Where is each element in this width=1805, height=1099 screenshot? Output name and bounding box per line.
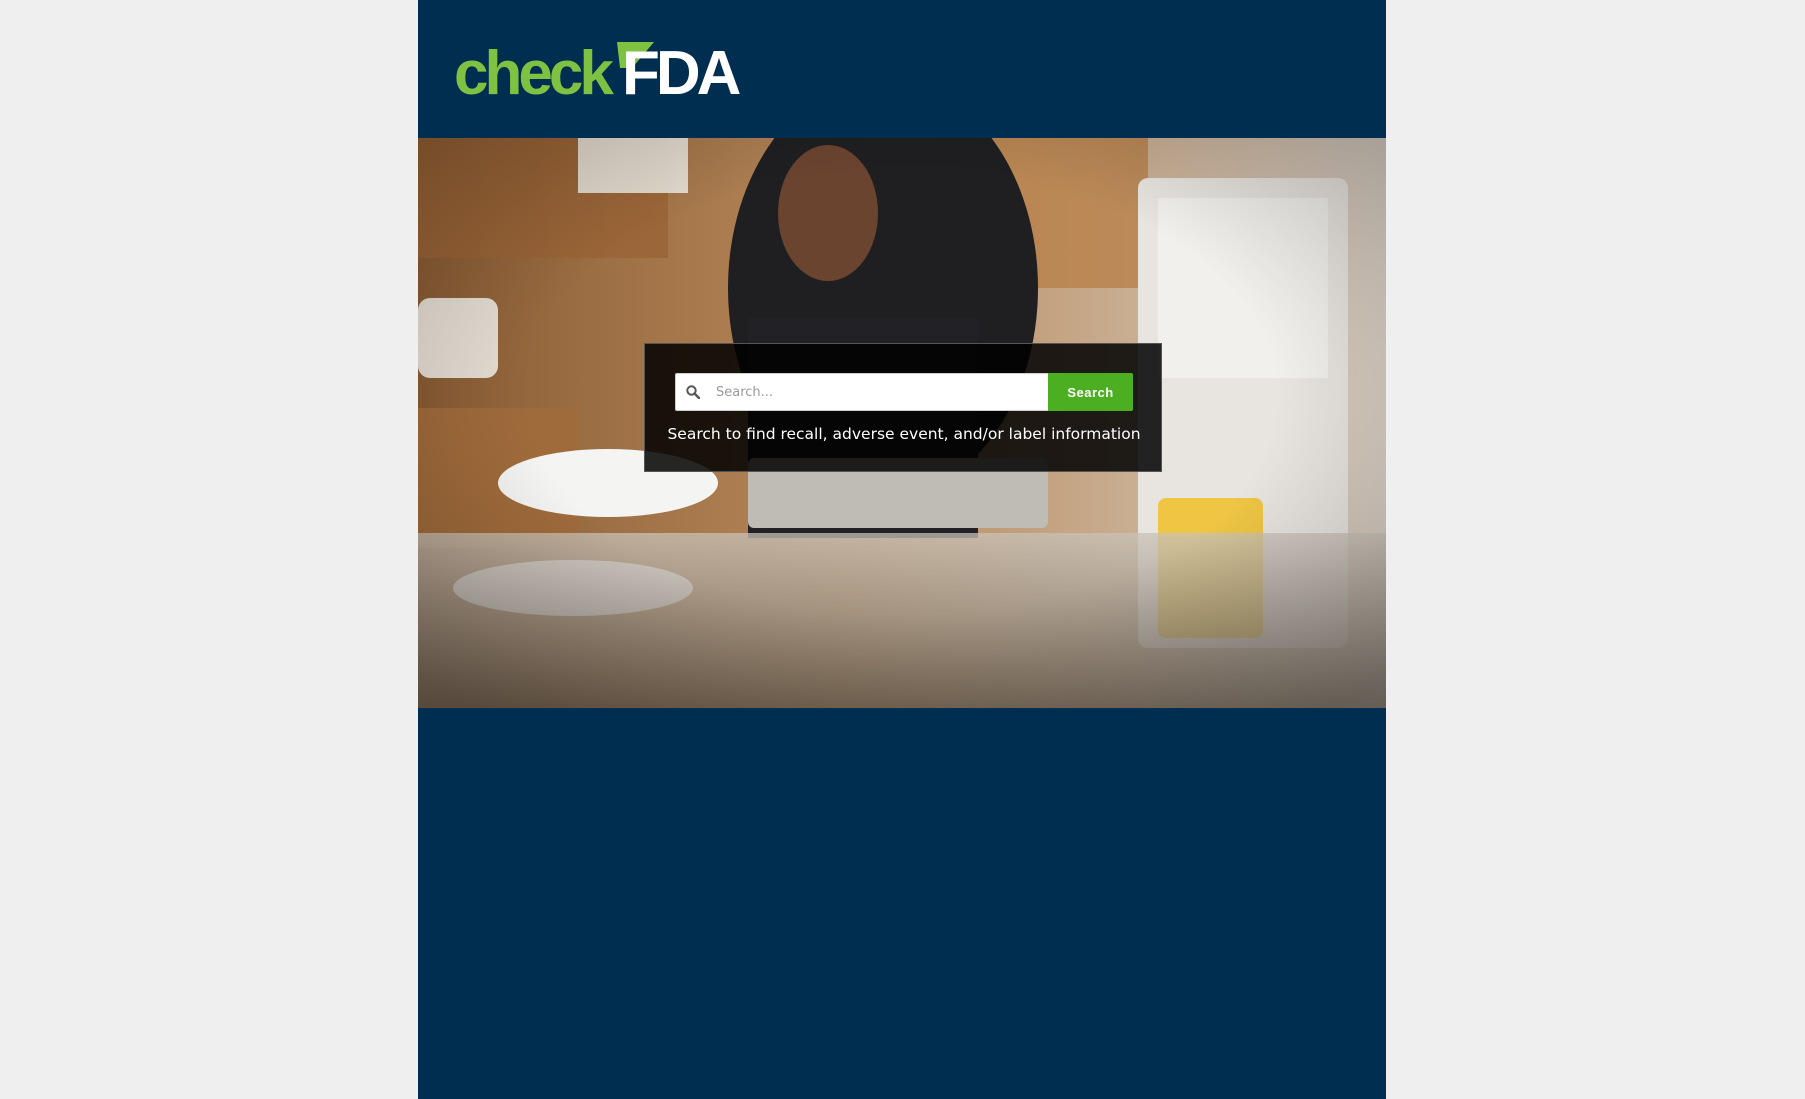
logo-check-text: check bbox=[454, 39, 614, 104]
search-field[interactable] bbox=[675, 373, 1048, 411]
checkfda-logo-graphic: check FDA bbox=[454, 39, 745, 104]
site-header: check FDA bbox=[418, 0, 1386, 138]
search-input[interactable] bbox=[710, 374, 1048, 410]
page-container: check FDA Search... Search Search to fin… bbox=[418, 0, 1386, 1099]
search-caption: Search to find recall, adverse event, an… bbox=[667, 425, 1141, 443]
content-area bbox=[418, 708, 1386, 1099]
hero-banner: Search Search to find recall, adverse ev… bbox=[418, 138, 1386, 708]
checkfda-logo[interactable]: check FDA bbox=[454, 34, 754, 104]
search-button[interactable]: Search bbox=[1048, 373, 1133, 411]
search-form: Search bbox=[675, 373, 1133, 411]
logo-fda-text: FDA bbox=[622, 39, 741, 104]
search-panel: Search Search to find recall, adverse ev… bbox=[644, 343, 1162, 472]
search-icon bbox=[676, 385, 710, 399]
